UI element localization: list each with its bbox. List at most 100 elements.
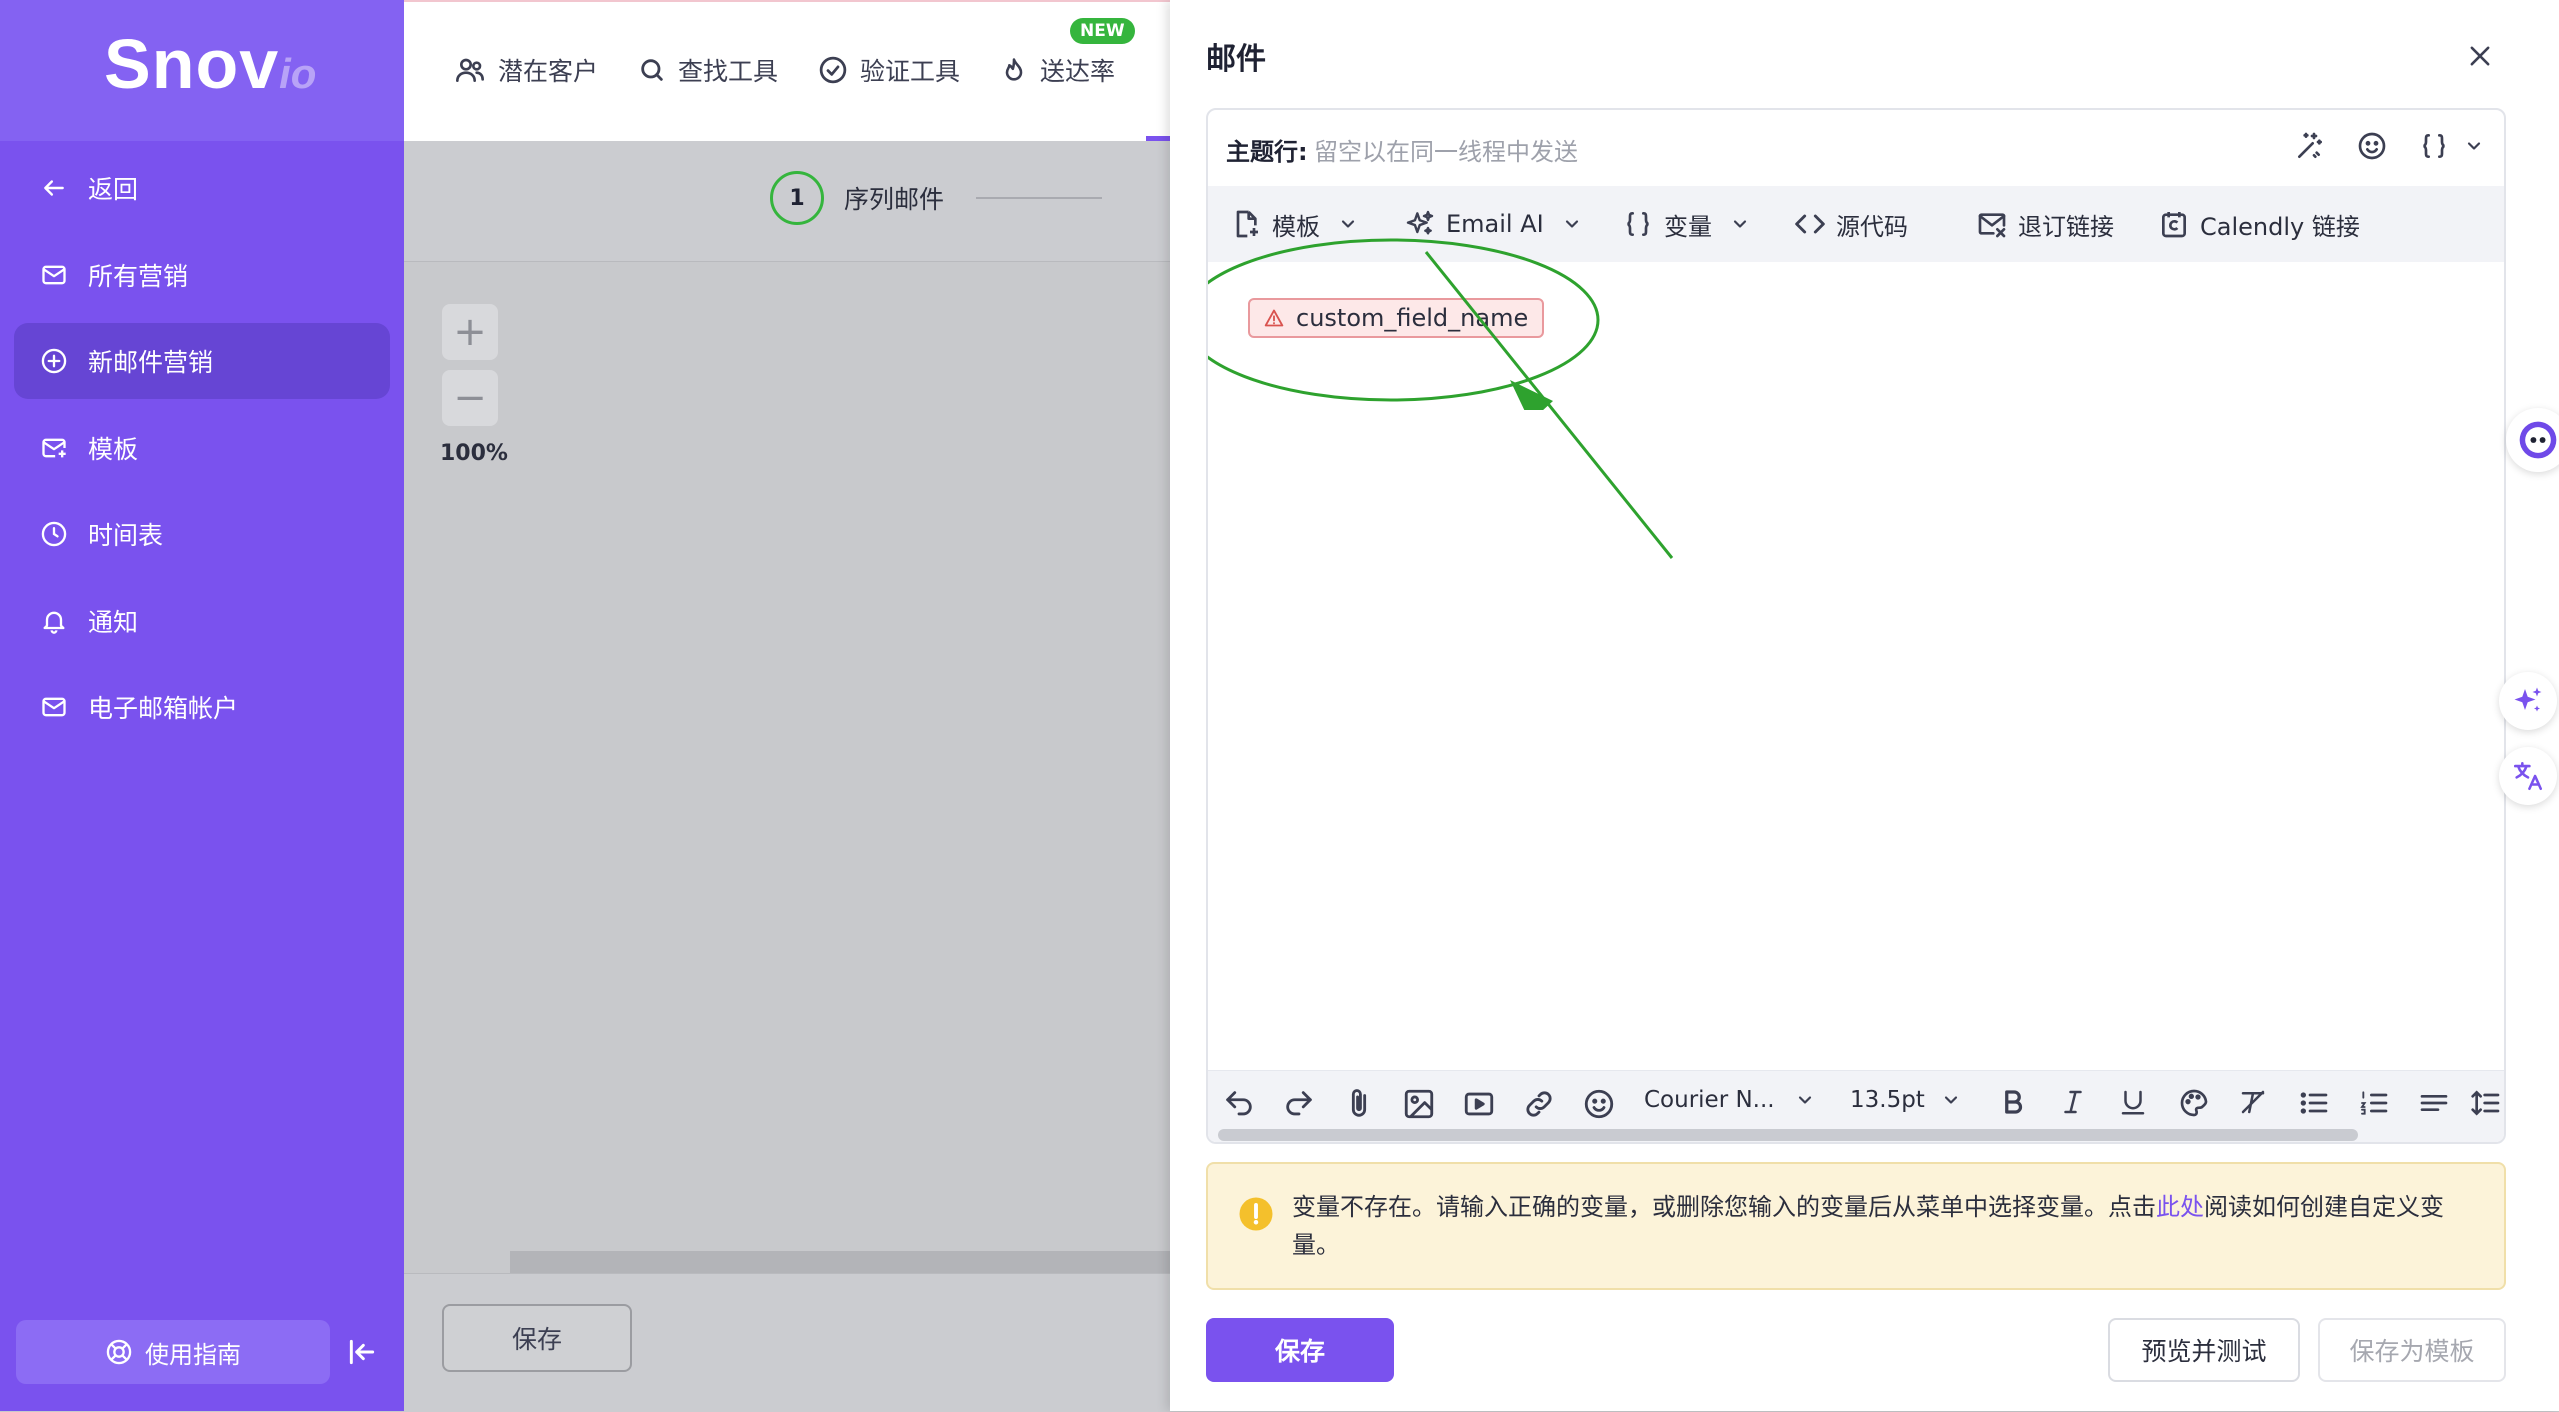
email-editor-panel: 邮件 主题行: 留空以在同一线程中发送 模板 Email AI 变量 源代码 退… xyxy=(1170,0,2559,1411)
zoom-out-button[interactable]: − xyxy=(442,370,498,426)
save-button[interactable]: 保存 xyxy=(1206,1318,1394,1382)
mail-account-icon xyxy=(38,691,70,723)
mail-icon xyxy=(38,259,70,291)
nav-prospects[interactable]: 潜在客户 xyxy=(454,52,598,88)
step-sequence-email[interactable]: 1 序列邮件 xyxy=(770,171,1103,225)
user-guide-label: 使用指南 xyxy=(145,1340,241,1369)
step-label: 序列邮件 xyxy=(844,185,945,214)
collapse-sidebar-icon[interactable] xyxy=(346,1336,378,1368)
bullet-list-icon[interactable] xyxy=(2298,1087,2330,1119)
translate-button[interactable] xyxy=(2499,747,2557,805)
font-size-value: 13.5pt xyxy=(1850,1087,1925,1113)
italic-icon[interactable] xyxy=(2058,1087,2088,1117)
chat-assistant-button[interactable] xyxy=(2506,408,2559,472)
bell-icon xyxy=(38,605,70,637)
warning-help-link[interactable]: 此处 xyxy=(2156,1193,2204,1221)
sidebar-item-label: 电子邮箱帐户 xyxy=(88,694,239,723)
sidebar-item-email-accounts[interactable]: 电子邮箱帐户 xyxy=(14,669,390,745)
sidebar-item-all-campaigns[interactable]: 所有营销 xyxy=(14,237,390,313)
preview-test-button[interactable]: 预览并测试 xyxy=(2108,1318,2300,1382)
logo-area: Snovio xyxy=(0,0,404,141)
top-nav-items: 潜在客户 查找工具 验证工具 送达率 xyxy=(454,52,1155,88)
ai-sparkle-button[interactable] xyxy=(2499,672,2557,730)
sidebar-item-schedule[interactable]: 时间表 xyxy=(14,496,390,572)
step-bar: 1 序列邮件 xyxy=(404,141,1170,262)
sidebar-nav: 返回 所有营销 新邮件营销 模板 时间表 通知 电子邮箱帐户 xyxy=(14,150,390,756)
redo-icon[interactable] xyxy=(1282,1087,1316,1121)
warning-text: 变量不存在。请输入正确的变量，或删除您输入的变量后从菜单中选择变量。点击此处阅读… xyxy=(1292,1188,2482,1264)
clock-icon xyxy=(38,518,70,550)
sidebar-item-label: 所有营销 xyxy=(88,261,189,291)
canvas-save-button[interactable]: 保存 xyxy=(442,1304,632,1372)
search-icon xyxy=(638,56,666,84)
assistant-face-icon xyxy=(2516,418,2559,462)
canvas-footer: 保存 xyxy=(404,1273,1170,1412)
email-editor: 主题行: 留空以在同一线程中发送 模板 Email AI 变量 源代码 退订链接… xyxy=(1206,108,2506,1144)
line-height-icon[interactable] xyxy=(2470,1087,2502,1119)
warning-circle-icon xyxy=(1238,1196,1274,1232)
sidebar-item-new-campaign[interactable]: 新邮件营销 xyxy=(14,323,390,399)
sidebar-item-label: 通知 xyxy=(88,607,139,637)
font-size-select[interactable]: 13.5pt xyxy=(1850,1087,1961,1113)
top-navbar: 潜在客户 查找工具 验证工具 送达率 NEW xyxy=(404,0,1170,143)
bold-icon[interactable] xyxy=(1998,1087,2028,1117)
sidebar-item-label: 新邮件营销 xyxy=(88,348,214,377)
warning-text-before: 变量不存在。请输入正确的变量，或删除您输入的变量后从菜单中选择变量。点击 xyxy=(1292,1193,2156,1221)
nav-deliverability[interactable]: 送达率 xyxy=(1000,52,1115,88)
nav-verifier-label: 验证工具 xyxy=(860,57,961,86)
sidebar-item-label: 返回 xyxy=(88,175,139,204)
font-family-value: Courier N... xyxy=(1644,1087,1775,1113)
numbered-list-icon[interactable] xyxy=(2358,1087,2390,1119)
check-circle-icon xyxy=(818,55,848,85)
link-icon[interactable] xyxy=(1522,1087,1556,1121)
close-icon[interactable] xyxy=(2466,42,2494,70)
undo-icon[interactable] xyxy=(1222,1087,1256,1121)
snovio-logo[interactable]: Snovio xyxy=(104,24,316,104)
lifebuoy-icon xyxy=(105,1338,133,1366)
step-connector xyxy=(976,197,1103,199)
zoom-level: 100% xyxy=(440,441,508,466)
underline-icon[interactable] xyxy=(2118,1087,2148,1117)
save-as-template-button[interactable]: 保存为模板 xyxy=(2318,1318,2506,1382)
nav-finder[interactable]: 查找工具 xyxy=(638,52,778,88)
nav-finder-label: 查找工具 xyxy=(678,57,779,86)
nav-verifier[interactable]: 验证工具 xyxy=(818,52,960,88)
align-icon[interactable] xyxy=(2418,1087,2450,1119)
text-color-icon[interactable] xyxy=(2178,1087,2210,1119)
nav-deliverability-label: 送达率 xyxy=(1040,57,1116,86)
zoom-in-button[interactable]: + xyxy=(442,304,498,360)
panel-title: 邮件 xyxy=(1206,42,1266,77)
sidebar-item-templates[interactable]: 模板 xyxy=(14,410,390,486)
users-icon xyxy=(454,54,486,86)
sidebar-item-label: 模板 xyxy=(88,434,139,464)
arrow-left-icon xyxy=(38,172,70,204)
step-number: 1 xyxy=(770,171,824,225)
sidebar: Snovio 返回 所有营销 新邮件营销 模板 时间表 通知 电子邮箱帐户 使用… xyxy=(0,0,404,1411)
mail-template-icon xyxy=(38,432,70,464)
sidebar-item-back[interactable]: 返回 xyxy=(14,150,390,226)
logo-sub-text: io xyxy=(279,50,317,97)
chevron-down-icon xyxy=(1798,1096,1811,1104)
user-guide-button[interactable]: 使用指南 xyxy=(16,1320,330,1384)
image-icon[interactable] xyxy=(1402,1087,1436,1121)
translate-icon xyxy=(2511,759,2545,793)
clear-format-icon[interactable] xyxy=(2238,1087,2268,1117)
emoji-icon[interactable] xyxy=(1582,1087,1616,1121)
font-family-select[interactable]: Courier N... xyxy=(1644,1087,1815,1113)
nav-prospects-label: 潜在客户 xyxy=(498,57,599,86)
sidebar-item-label: 时间表 xyxy=(88,521,164,550)
chevron-down-icon xyxy=(1944,1096,1957,1104)
logo-main-text: Snov xyxy=(104,25,280,103)
new-badge: NEW xyxy=(1070,18,1135,44)
video-icon[interactable] xyxy=(1462,1087,1496,1121)
annotation-arrow-line xyxy=(1424,251,1674,559)
toolbar-scrollbar[interactable] xyxy=(1218,1129,2358,1141)
attachment-icon[interactable] xyxy=(1342,1087,1376,1121)
annotation-arrow-overlay xyxy=(1424,251,1674,559)
canvas-horizontal-scrollbar[interactable] xyxy=(510,1251,1170,1273)
sparkles-icon xyxy=(2510,683,2546,719)
formatting-toolbar: Courier N... 13.5pt xyxy=(1208,1070,2504,1142)
sequence-canvas: 1 序列邮件 + − 100% 保存 xyxy=(404,141,1170,1412)
sidebar-item-notifications[interactable]: 通知 xyxy=(14,583,390,659)
plus-circle-icon xyxy=(38,345,70,377)
